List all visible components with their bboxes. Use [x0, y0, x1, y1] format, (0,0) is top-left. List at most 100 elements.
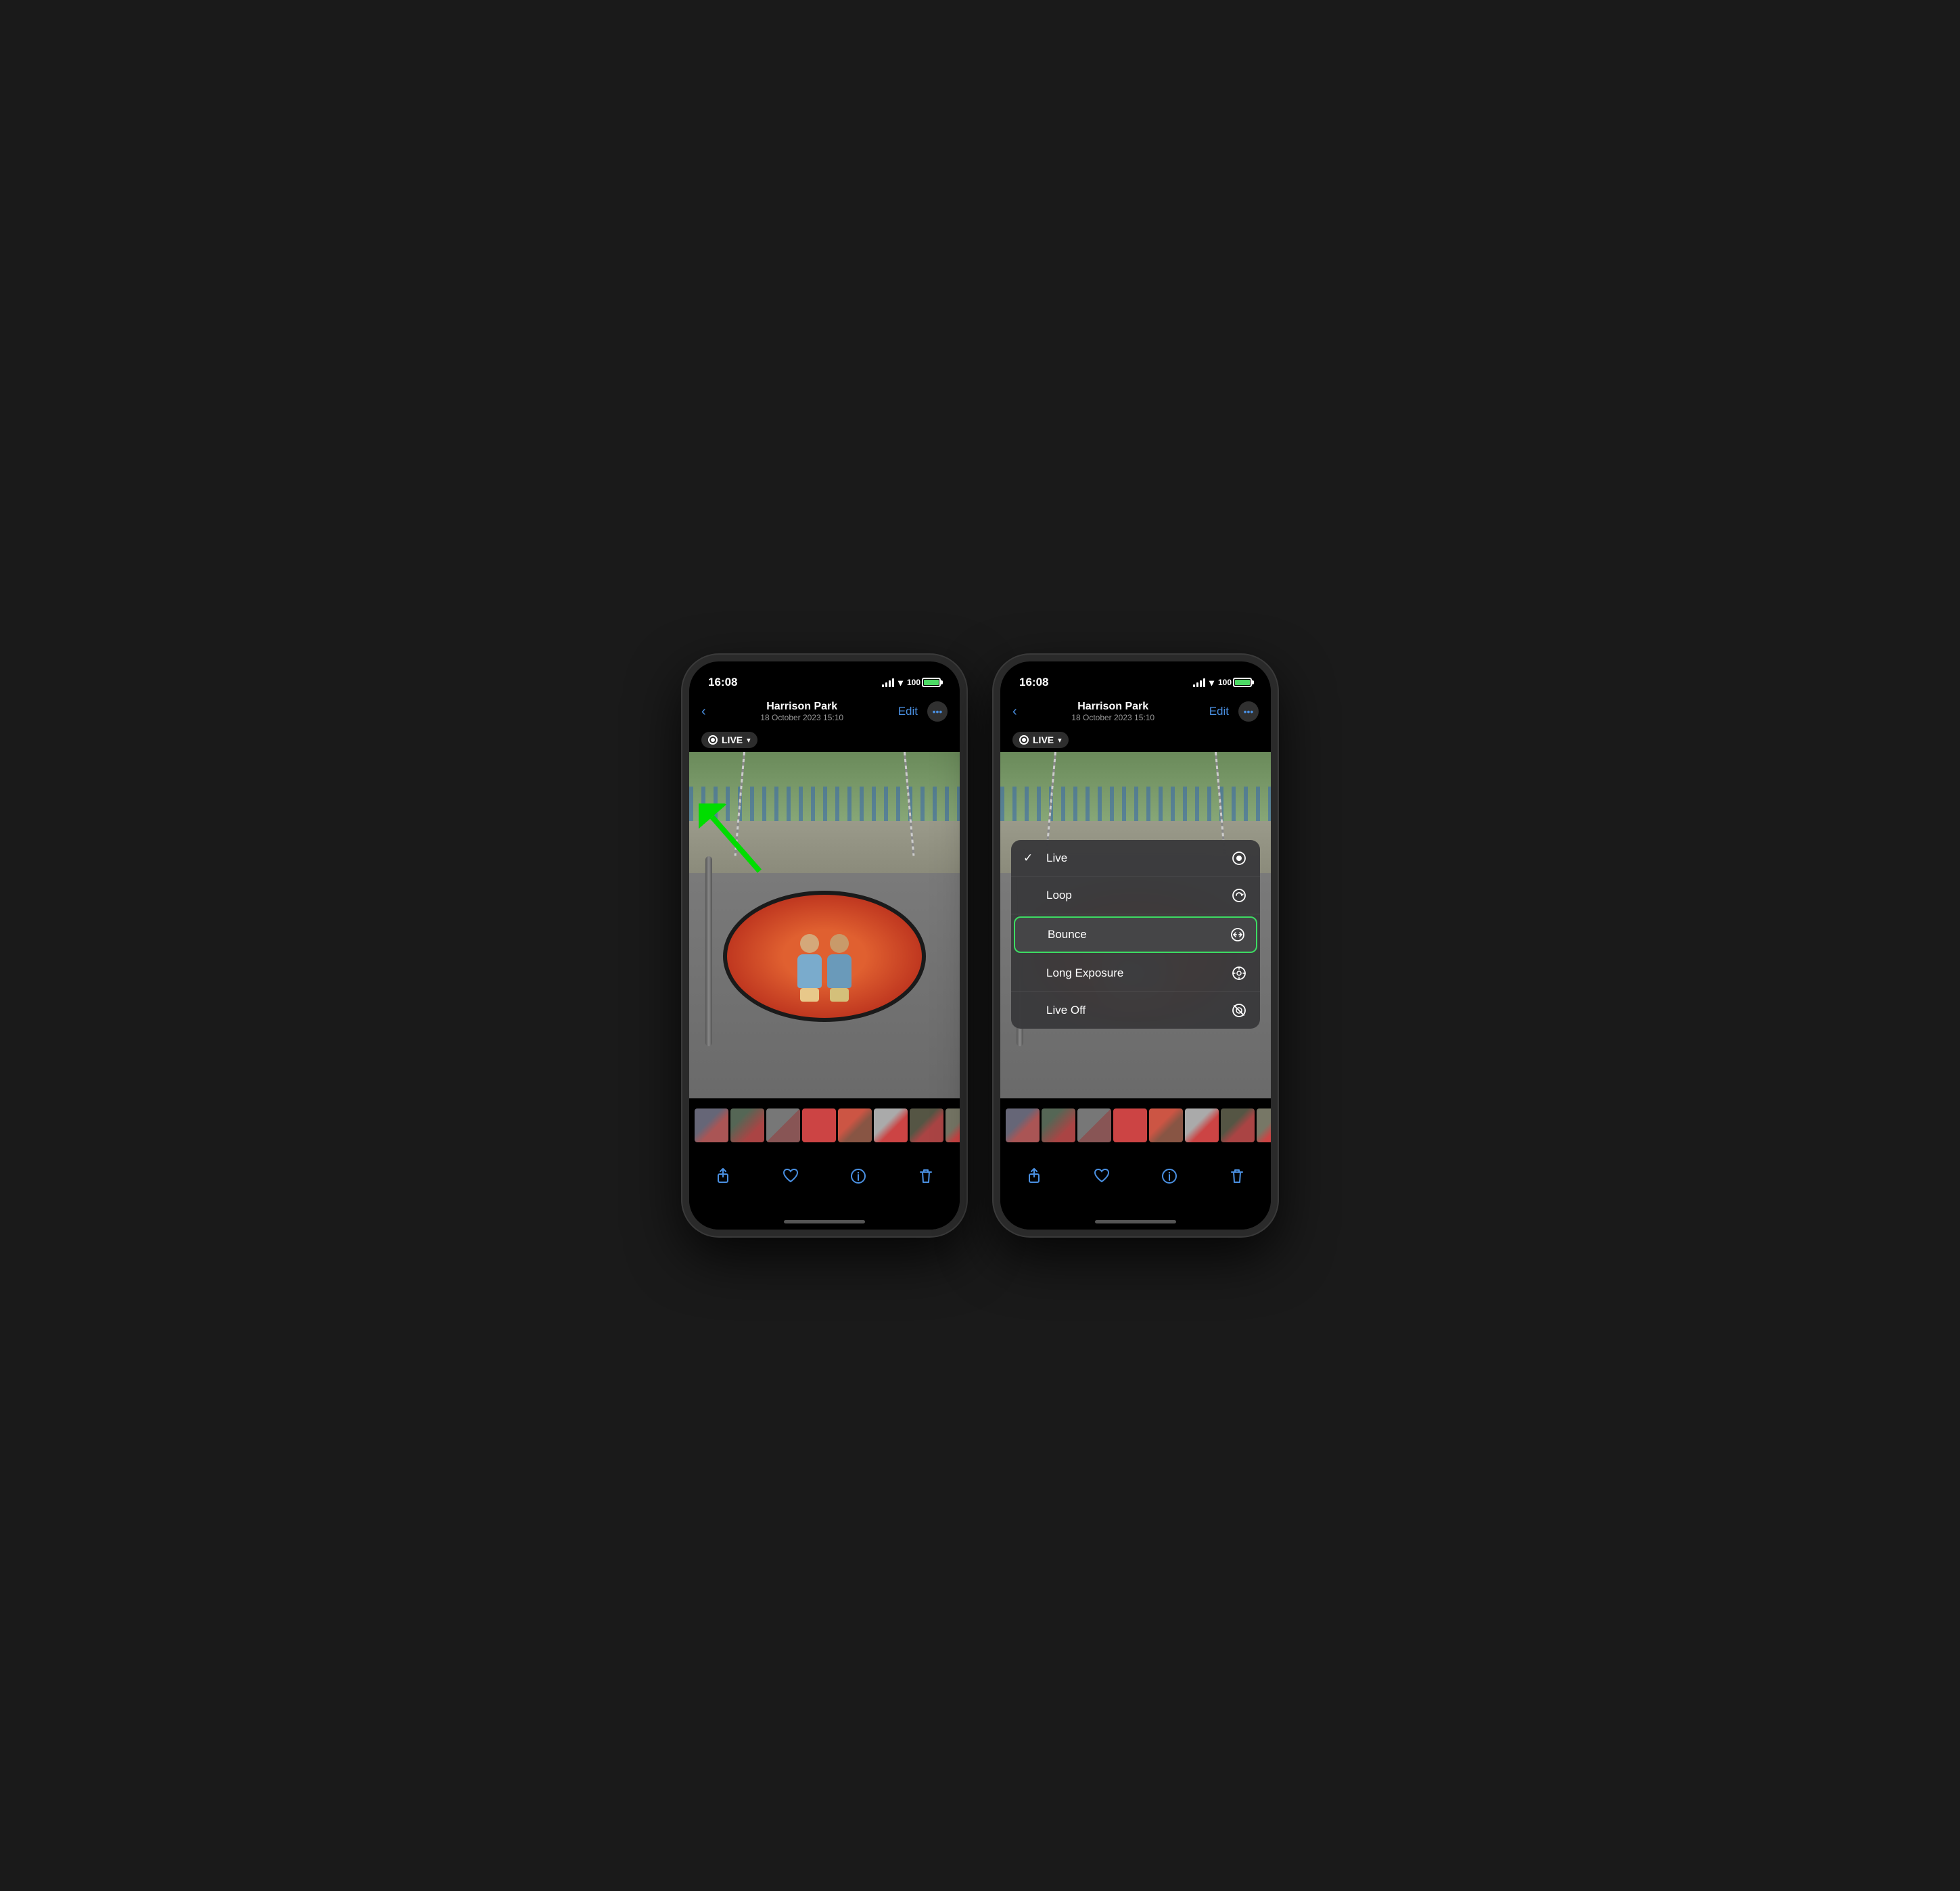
nav-bar: ‹ Harrison Park 18 October 2023 15:10 Ed… [689, 698, 960, 728]
nav-actions-right: Edit ••• [1209, 701, 1259, 722]
live-dropdown-menu: ✓ Live ✓ Loop [1011, 840, 1260, 1029]
thumb-4[interactable] [802, 1108, 836, 1142]
checkmark-icon: ✓ [1023, 851, 1038, 865]
children-figure [716, 845, 933, 1001]
status-time: 16:08 [708, 676, 737, 689]
nav-bar-right: ‹ Harrison Park 18 October 2023 15:10 Ed… [1000, 698, 1271, 728]
checkmark-placeholder-bounce: ✓ [1025, 928, 1040, 941]
nav-actions: Edit ••• [898, 701, 948, 722]
nav-title-main: Harrison Park [760, 701, 843, 713]
thumb-r1[interactable] [1006, 1108, 1040, 1142]
more-button[interactable]: ••• [927, 701, 948, 722]
info-button-right[interactable] [1157, 1164, 1182, 1188]
menu-label-bounce: Bounce [1048, 928, 1087, 941]
share-button-right[interactable] [1022, 1164, 1046, 1188]
checkmark-placeholder-loop: ✓ [1023, 889, 1038, 902]
nav-title-main-right: Harrison Park [1071, 701, 1154, 713]
thumb-r6[interactable] [1185, 1108, 1219, 1142]
menu-item-bounce[interactable]: ✓ Bounce [1014, 916, 1257, 953]
child-2 [827, 934, 851, 1002]
child-1 [797, 934, 822, 1002]
live-dot-icon-right [1019, 735, 1029, 745]
live-chevron-icon-right: ▾ [1058, 736, 1062, 745]
heart-button-right[interactable] [1090, 1164, 1114, 1188]
wifi-icon-right: ▾ [1209, 677, 1214, 688]
thumb-2[interactable] [730, 1108, 764, 1142]
share-button[interactable] [711, 1164, 735, 1188]
checkmark-placeholder-long: ✓ [1023, 966, 1038, 980]
thumbnail-strip-right [1000, 1098, 1271, 1152]
thumb-r3[interactable] [1077, 1108, 1111, 1142]
photo-image [689, 752, 960, 1098]
dynamic-island-right [1095, 671, 1176, 694]
home-bar [784, 1220, 865, 1223]
thumb-7[interactable] [910, 1108, 943, 1142]
battery-label-right: 100 [1218, 678, 1232, 687]
signal-icon [882, 678, 894, 687]
signal-icon-right [1193, 678, 1205, 687]
back-button-right[interactable]: ‹ [1012, 704, 1017, 720]
live-badge-right[interactable]: LIVE ▾ [1012, 732, 1069, 748]
live-chevron-icon: ▾ [747, 736, 751, 745]
menu-label-live-off: Live Off [1046, 1004, 1086, 1017]
live-label-right: LIVE [1033, 734, 1054, 745]
battery-icon-right: 100 [1218, 678, 1252, 687]
live-bar-right: LIVE ▾ [1000, 728, 1271, 752]
bottom-toolbar [689, 1152, 960, 1213]
battery-icon: 100 [907, 678, 941, 687]
menu-label-live: Live [1046, 851, 1067, 865]
wifi-icon: ▾ [898, 677, 903, 688]
thumb-r8[interactable] [1257, 1108, 1271, 1142]
nav-title-sub-right: 18 October 2023 15:10 [1071, 713, 1154, 722]
edit-button-right[interactable]: Edit [1209, 705, 1229, 718]
delete-button-right[interactable] [1225, 1164, 1249, 1188]
status-icons: ▾ 100 [882, 677, 941, 688]
dynamic-island [784, 671, 865, 694]
menu-label-long-exposure: Long Exposure [1046, 966, 1123, 980]
thumb-r5[interactable] [1149, 1108, 1183, 1142]
bottom-toolbar-right [1000, 1152, 1271, 1213]
bounce-menu-icon [1229, 926, 1246, 943]
live-menu-icon [1230, 849, 1248, 867]
menu-item-live-off[interactable]: ✓ Live Off [1011, 992, 1260, 1029]
info-button[interactable] [846, 1164, 870, 1188]
thumb-5[interactable] [838, 1108, 872, 1142]
right-phone: 16:08 ▾ 100 ‹ Harrison Park 18 October 2 [994, 655, 1278, 1236]
left-phone: 16:08 ▾ 100 ‹ Harrison Park 18 October 2 [682, 655, 966, 1236]
edit-button[interactable]: Edit [898, 705, 918, 718]
thumb-1[interactable] [695, 1108, 728, 1142]
thumb-8[interactable] [946, 1108, 960, 1142]
checkmark-placeholder-off: ✓ [1023, 1004, 1038, 1017]
status-icons-right: ▾ 100 [1193, 677, 1252, 688]
menu-item-long-exposure[interactable]: ✓ Long Exposure [1011, 955, 1260, 992]
thumb-r2[interactable] [1042, 1108, 1075, 1142]
pole-icon [705, 856, 712, 1047]
thumb-r4[interactable] [1113, 1108, 1147, 1142]
long-exposure-menu-icon [1230, 964, 1248, 982]
photo-area-right: ✓ Live ✓ Loop [1000, 752, 1271, 1098]
thumb-6[interactable] [874, 1108, 908, 1142]
nav-title-right: Harrison Park 18 October 2023 15:10 [1071, 701, 1154, 722]
heart-button[interactable] [778, 1164, 803, 1188]
nav-title-sub: 18 October 2023 15:10 [760, 713, 843, 722]
live-label: LIVE [722, 734, 743, 745]
home-indicator-right [1000, 1213, 1271, 1230]
home-bar-right [1095, 1220, 1176, 1223]
thumb-r7[interactable] [1221, 1108, 1255, 1142]
delete-button[interactable] [914, 1164, 938, 1188]
live-badge[interactable]: LIVE ▾ [701, 732, 757, 748]
live-bar: LIVE ▾ [689, 728, 960, 752]
menu-item-live[interactable]: ✓ Live [1011, 840, 1260, 877]
thumbnail-strip [689, 1098, 960, 1152]
menu-label-loop: Loop [1046, 889, 1072, 902]
photo-area [689, 752, 960, 1098]
live-off-menu-icon [1230, 1002, 1248, 1019]
home-indicator [689, 1213, 960, 1230]
more-button-right[interactable]: ••• [1238, 701, 1259, 722]
live-dot-icon [708, 735, 718, 745]
battery-label: 100 [907, 678, 920, 687]
back-button[interactable]: ‹ [701, 704, 706, 720]
thumb-3[interactable] [766, 1108, 800, 1142]
menu-item-loop[interactable]: ✓ Loop [1011, 877, 1260, 914]
nav-title: Harrison Park 18 October 2023 15:10 [760, 701, 843, 722]
